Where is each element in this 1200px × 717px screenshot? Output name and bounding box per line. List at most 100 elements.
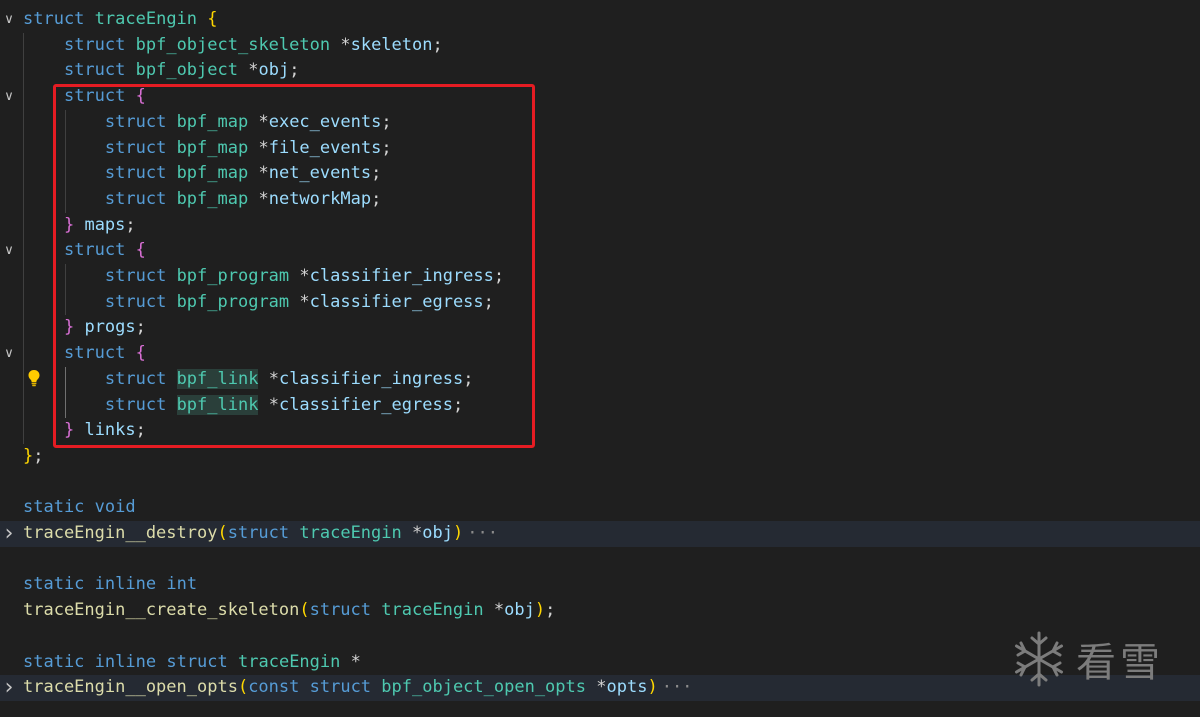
folded-ellipsis[interactable]: ··· xyxy=(467,523,498,543)
code-line[interactable]: static void xyxy=(0,495,1200,521)
code-token: bpf_object_open_opts xyxy=(381,677,586,698)
chevron-down-icon[interactable]: ∨ xyxy=(0,7,18,33)
code-token: * xyxy=(350,651,361,672)
code-token: struct xyxy=(23,9,85,29)
snowflake-icon xyxy=(1015,631,1063,686)
code-text: traceEngin__open_opts(const struct bpf_o… xyxy=(23,675,692,701)
code-token: * xyxy=(248,60,259,81)
watermark: 看雪 xyxy=(1010,626,1185,691)
code-token: bpf_object xyxy=(135,60,238,81)
code-text: traceEngin__destroy(struct traceEngin *o… xyxy=(23,521,498,547)
code-text: struct bpf_object *obj; xyxy=(23,58,300,84)
code-token: traceEngin xyxy=(238,651,341,672)
chevron-down-icon[interactable]: ∨ xyxy=(0,84,18,110)
code-token: { xyxy=(207,9,218,29)
code-text: }; xyxy=(23,444,44,470)
chevron-down-icon[interactable]: ∨ xyxy=(0,238,18,264)
code-token: ( xyxy=(299,600,310,621)
code-line[interactable] xyxy=(0,470,1200,496)
code-token: * xyxy=(340,34,351,55)
code-token: static xyxy=(23,497,85,518)
code-text: static inline int xyxy=(23,572,197,598)
code-token: ; xyxy=(545,600,556,621)
code-token: static xyxy=(23,651,85,672)
code-token: ; xyxy=(432,34,443,55)
code-token: traceEngin xyxy=(299,523,402,543)
code-line[interactable]: struct bpf_object_skeleton *skeleton; xyxy=(0,33,1200,59)
watermark-text: 看雪 xyxy=(1076,639,1164,686)
code-token: ( xyxy=(217,523,228,543)
code-token: traceEngin__create_skeleton xyxy=(23,600,300,621)
code-token: ) xyxy=(647,677,658,698)
code-token: struct xyxy=(309,600,372,621)
code-token: struct xyxy=(63,34,126,55)
code-token: ) xyxy=(452,523,464,543)
code-token: struct xyxy=(63,60,126,81)
code-editor[interactable]: ∨ struct traceEngin { struct bpf_object_s… xyxy=(0,0,1200,717)
code-token: ; xyxy=(289,60,300,81)
code-token: inline xyxy=(94,651,157,672)
code-token: traceEngin xyxy=(94,9,198,29)
code-line[interactable]: ∨ struct traceEngin { xyxy=(0,7,1200,33)
chevron-down-icon[interactable]: ∨ xyxy=(0,341,18,367)
code-line[interactable]: traceEngin__create_skeleton(struct trace… xyxy=(0,598,1200,624)
code-token: opts xyxy=(606,677,648,698)
code-token: struct xyxy=(309,677,372,698)
folded-ellipsis[interactable]: ··· xyxy=(662,677,693,697)
red-highlight-box xyxy=(53,84,535,448)
code-text: struct traceEngin { xyxy=(23,7,218,33)
code-token: obj xyxy=(258,60,290,81)
code-token: ; xyxy=(33,445,44,466)
indent-guide xyxy=(23,32,24,444)
code-token: * xyxy=(412,523,423,543)
code-token: * xyxy=(596,677,607,698)
code-token: traceEngin xyxy=(381,600,484,621)
chevron-right-icon[interactable]: › xyxy=(0,521,18,547)
code-token: ( xyxy=(237,677,249,698)
code-line[interactable]: › traceEngin__destroy(struct traceEngin *… xyxy=(0,521,1200,547)
code-text: traceEngin__create_skeleton(struct trace… xyxy=(23,598,555,624)
code-line[interactable]: static inline int xyxy=(0,572,1200,598)
lightbulb-icon[interactable] xyxy=(25,368,43,388)
code-token: traceEngin__destroy xyxy=(23,523,218,543)
chevron-right-icon[interactable]: › xyxy=(0,675,18,701)
code-text: static inline struct traceEngin * xyxy=(23,650,361,676)
code-token: traceEngin__open_opts xyxy=(23,677,238,698)
code-token: static xyxy=(23,574,85,595)
code-token: ) xyxy=(534,600,546,621)
code-token: inline xyxy=(94,574,157,595)
code-token: const xyxy=(248,677,300,698)
code-token: struct xyxy=(227,523,290,543)
code-line[interactable]: struct bpf_object *obj; xyxy=(0,58,1200,84)
code-token: * xyxy=(493,600,505,621)
code-token: int xyxy=(166,574,198,595)
code-token: obj xyxy=(504,600,535,621)
code-token: bpf_object_skeleton xyxy=(135,34,331,55)
code-text: static void xyxy=(23,495,136,521)
code-token: skeleton xyxy=(350,34,433,55)
code-token: obj xyxy=(422,523,453,543)
code-token: void xyxy=(94,497,136,518)
code-line[interactable] xyxy=(0,547,1200,573)
code-token: } xyxy=(23,445,34,466)
